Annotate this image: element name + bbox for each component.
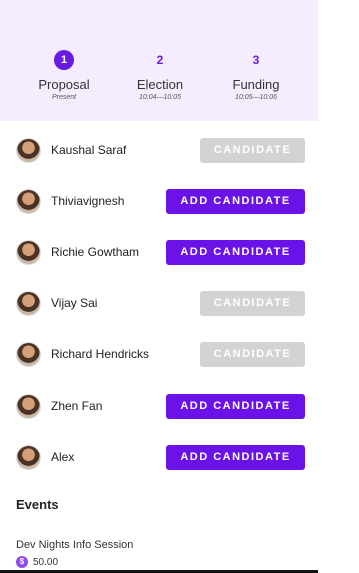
add-candidate-button[interactable]: ADD CANDIDATE [166, 240, 305, 265]
avatar [16, 445, 41, 470]
candidate-button: CANDIDATE [200, 342, 305, 367]
phase-subtitle: 10:05—10:06 [234, 94, 278, 101]
avatar [16, 189, 41, 214]
candidate-row: Alex ADD CANDIDATE [0, 437, 318, 477]
avatar [16, 291, 41, 316]
phase-title: Election [136, 77, 184, 92]
phase-title: Proposal [38, 77, 90, 92]
candidate-name: Zhen Fan [51, 399, 103, 413]
candidate-button: CANDIDATE [200, 138, 305, 163]
candidate-row: Richard Hendricks CANDIDATE [0, 334, 318, 374]
phase-proposal[interactable]: 1 Proposal Present [19, 50, 109, 101]
phase-number-badge: 1 [54, 50, 74, 70]
candidate-name: Vijay Sai [51, 296, 98, 310]
candidate-button: CANDIDATE [200, 291, 305, 316]
phase-header: 1 Proposal Present 2 Election 10:04—10:0… [0, 0, 318, 121]
candidate-name: Richie Gowtham [51, 245, 140, 259]
candidate-name: Kaushal Saraf [51, 143, 127, 157]
candidate-row: Richie Gowtham ADD CANDIDATE [0, 232, 318, 272]
avatar [16, 394, 41, 419]
candidate-name: Thiviavignesh [51, 194, 125, 208]
phase-subtitle: 10:04—10:05 [138, 94, 182, 101]
phase-funding[interactable]: 3 Funding 10:05—10:06 [211, 50, 301, 101]
add-candidate-button[interactable]: ADD CANDIDATE [166, 394, 305, 419]
event-title[interactable]: Dev Nights Info Session [16, 539, 133, 551]
candidate-row: Vijay Sai CANDIDATE [0, 283, 318, 323]
phase-election[interactable]: 2 Election 10:04—10:05 [115, 50, 205, 101]
avatar [16, 138, 41, 163]
event-price-value: 50.00 [33, 556, 59, 568]
candidate-row: Zhen Fan ADD CANDIDATE [0, 386, 318, 426]
phase-title: Funding [232, 77, 280, 92]
candidate-row: Thiviavignesh ADD CANDIDATE [0, 181, 318, 221]
avatar [16, 342, 41, 367]
avatar [16, 240, 41, 265]
phase-number: 3 [252, 53, 260, 67]
add-candidate-button[interactable]: ADD CANDIDATE [166, 445, 305, 470]
candidate-name: Alex [51, 450, 75, 464]
dollar-coin-icon: $ [16, 556, 28, 568]
phase-subtitle: Present [51, 94, 77, 101]
phase-number: 2 [156, 53, 164, 67]
event-price: $ 50.00 [16, 556, 58, 568]
add-candidate-button[interactable]: ADD CANDIDATE [166, 189, 305, 214]
candidate-row: Kaushal Saraf CANDIDATE [0, 130, 318, 170]
events-heading: Events [16, 497, 59, 512]
candidate-name: Richard Hendricks [51, 347, 150, 361]
